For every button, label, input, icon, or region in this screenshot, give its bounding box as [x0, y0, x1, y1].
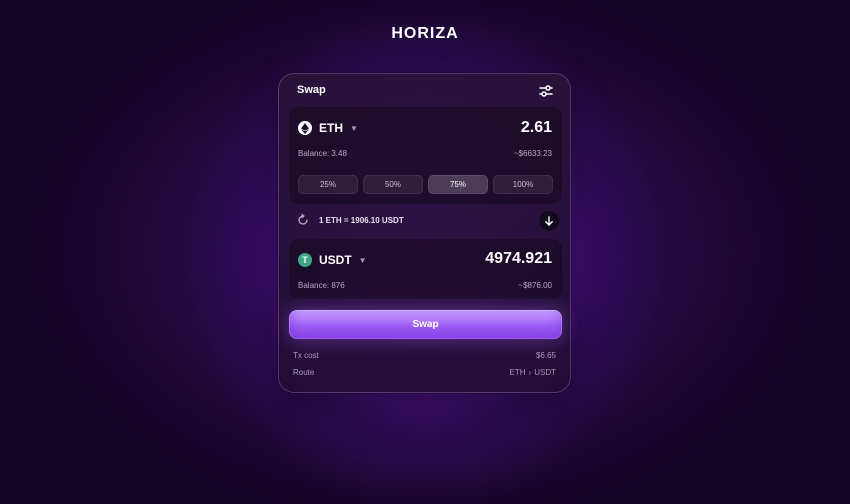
rate-text: 1 ETH = 1906.10 USDT — [319, 215, 404, 225]
percent-100-button[interactable]: 100% — [493, 175, 553, 194]
tx-cost-value: $6.65 — [535, 351, 556, 360]
route-label: Route — [293, 368, 315, 377]
from-token-selector[interactable]: ETH ▼ — [298, 121, 358, 135]
swap-button[interactable]: Swap — [289, 310, 562, 339]
to-amount-output: 4974.921 — [485, 250, 552, 267]
exchange-rate: 1 ETH = 1906.10 USDT — [297, 214, 404, 226]
arrow-down-icon — [545, 216, 553, 226]
to-balance: Balance: 876 — [298, 281, 345, 290]
route-from: ETH — [509, 368, 526, 377]
sliders-icon[interactable] — [538, 83, 554, 99]
card-title: Swap — [297, 84, 326, 96]
chevron-down-icon: ▼ — [358, 255, 367, 265]
to-token-selector[interactable]: T USDT ▼ — [298, 253, 367, 267]
to-token-symbol: USDT — [319, 253, 352, 267]
refresh-icon[interactable] — [297, 214, 309, 226]
percent-buttons: 25% 50% 75% 100% — [298, 175, 553, 194]
route-separator: › — [528, 368, 532, 377]
percent-75-button[interactable]: 75% — [428, 175, 488, 194]
route-to: USDT — [534, 368, 556, 377]
from-token-symbol: ETH — [319, 121, 343, 135]
tether-logo: T — [298, 253, 312, 267]
to-panel: T USDT ▼ 4974.921 Balance: 876 ~$876.00 — [289, 239, 562, 299]
to-usd-value: ~$876.00 — [518, 281, 552, 290]
percent-25-button[interactable]: 25% — [298, 175, 358, 194]
from-usd-value: ~$6633.23 — [513, 149, 552, 158]
tx-cost-label: Tx cost — [293, 351, 319, 360]
from-panel: ETH ▼ 2.61 Balance: 3.48 ~$6633.23 25% 5… — [289, 107, 562, 204]
from-amount-input[interactable]: 2.61 — [521, 119, 552, 137]
percent-50-button[interactable]: 50% — [363, 175, 423, 194]
ethereum-logo — [298, 121, 312, 135]
route-value: ETH › USDT — [510, 368, 556, 377]
swap-card: Swap ETH ▼ 2.61 Balance: 3.48 ~$6633.23 … — [278, 73, 571, 393]
brand-logo: HORIZA — [391, 25, 459, 42]
flip-tokens-button[interactable] — [539, 211, 559, 231]
chevron-down-icon: ▼ — [350, 123, 358, 133]
from-balance: Balance: 3.48 — [298, 149, 347, 158]
